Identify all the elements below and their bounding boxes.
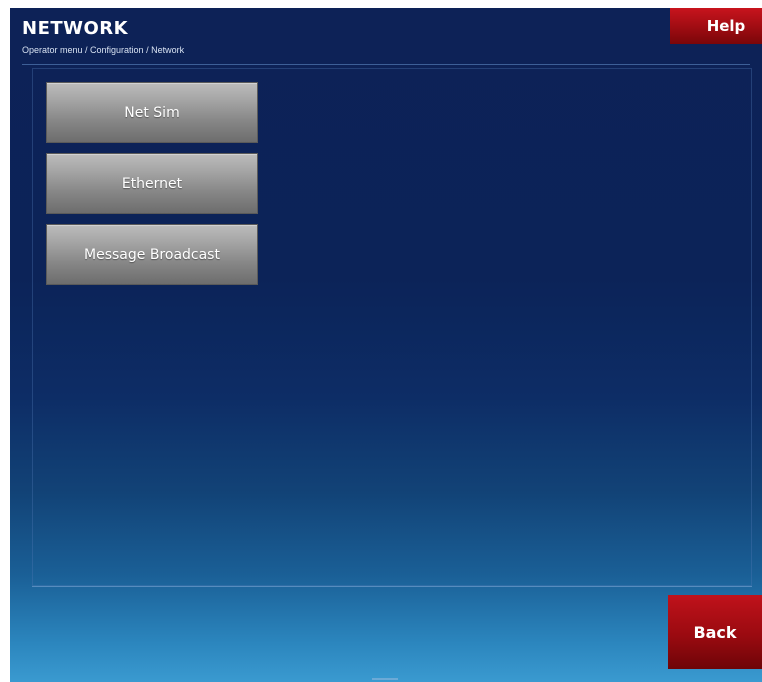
help-button[interactable]: Help (670, 8, 762, 44)
bottom-indicator (372, 678, 398, 680)
message-broadcast-button[interactable]: Message Broadcast (46, 224, 258, 285)
network-screen: NETWORK Operator menu / Configuration / … (10, 8, 762, 682)
content-area (32, 68, 752, 586)
breadcrumb: Operator menu / Configuration / Network (22, 45, 185, 55)
page-title: NETWORK (22, 18, 129, 39)
net-sim-button[interactable]: Net Sim (46, 82, 258, 143)
footer-divider (32, 586, 752, 587)
header-divider (22, 64, 750, 65)
back-button[interactable]: Back (668, 595, 762, 669)
ethernet-button[interactable]: Ethernet (46, 153, 258, 214)
